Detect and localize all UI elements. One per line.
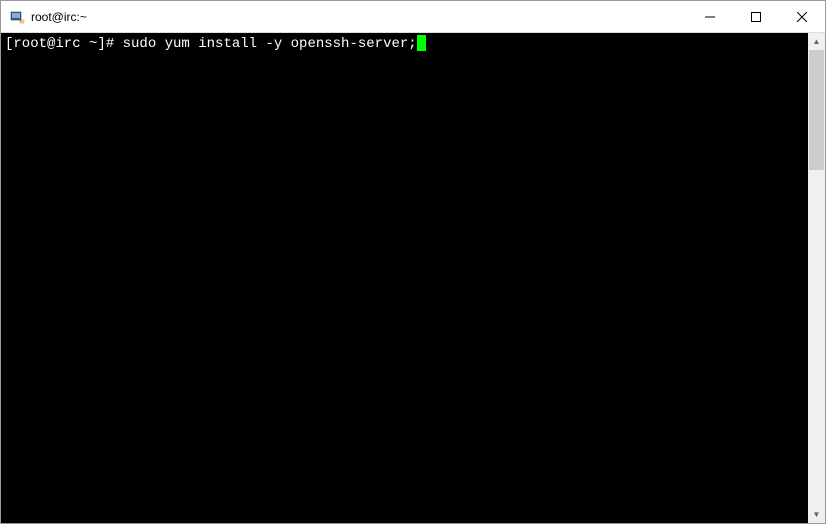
titlebar[interactable]: root@irc:~ bbox=[1, 1, 825, 33]
maximize-button[interactable] bbox=[733, 1, 779, 32]
vertical-scrollbar[interactable]: ▲ ▼ bbox=[808, 33, 825, 523]
scroll-up-arrow[interactable]: ▲ bbox=[808, 33, 825, 50]
window-controls bbox=[687, 1, 825, 32]
close-button[interactable] bbox=[779, 1, 825, 32]
shell-prompt: [root@irc ~]# bbox=[5, 36, 123, 52]
minimize-button[interactable] bbox=[687, 1, 733, 32]
scroll-thumb[interactable] bbox=[809, 50, 824, 170]
terminal[interactable]: [root@irc ~]# sudo yum install -y openss… bbox=[1, 33, 808, 523]
putty-icon bbox=[9, 9, 25, 25]
command-text: sudo yum install -y openssh-server; bbox=[123, 36, 417, 52]
window-title: root@irc:~ bbox=[31, 10, 687, 24]
terminal-area: [root@irc ~]# sudo yum install -y openss… bbox=[1, 33, 825, 523]
scroll-down-arrow[interactable]: ▼ bbox=[808, 506, 825, 523]
cursor bbox=[417, 35, 426, 51]
terminal-line: [root@irc ~]# sudo yum install -y openss… bbox=[5, 35, 804, 53]
